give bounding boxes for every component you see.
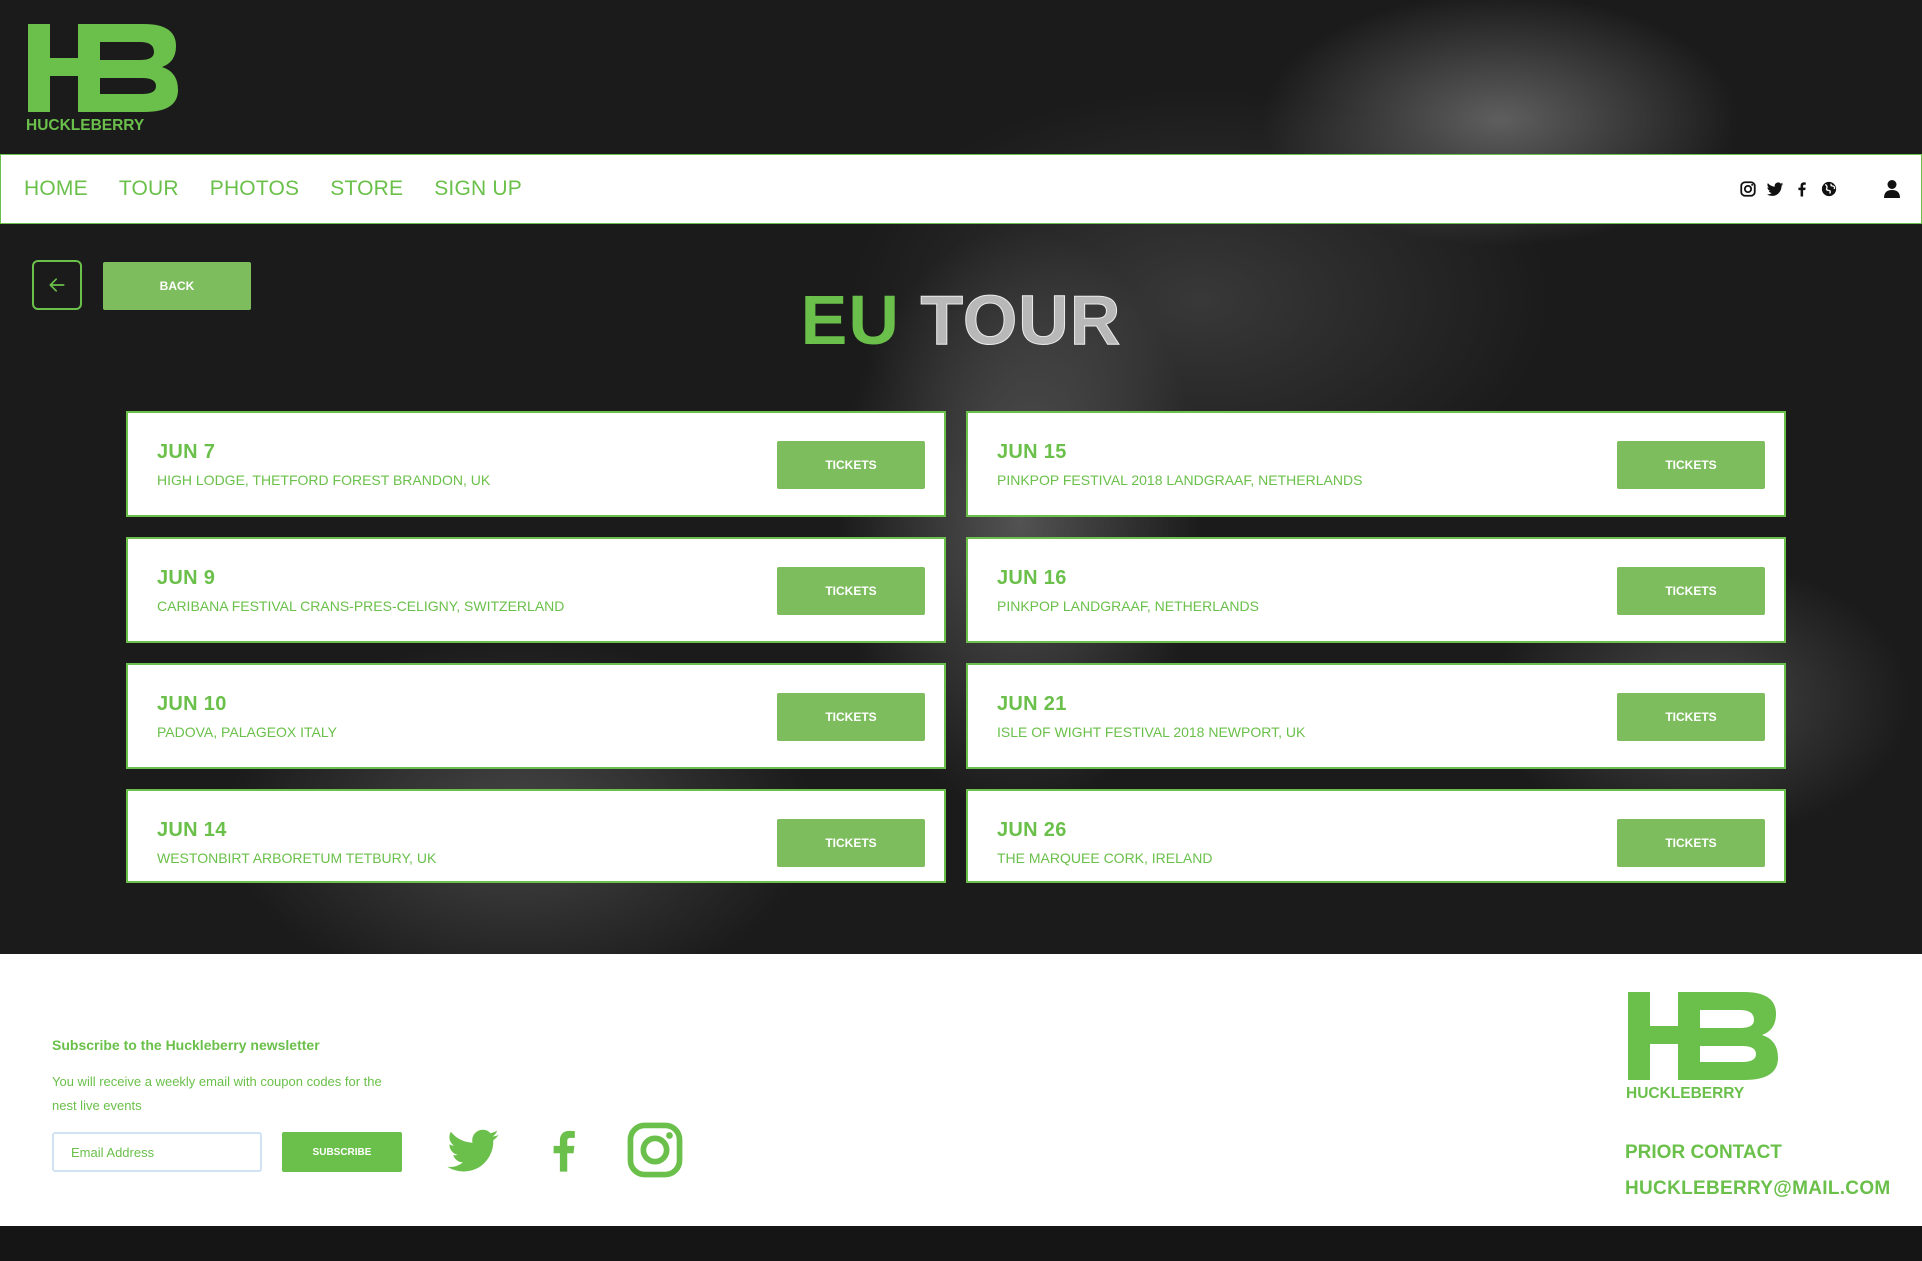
- twitter-icon[interactable]: [442, 1122, 504, 1183]
- tour-card: JUN 16 PINKPOP LANDGRAAF, NETHERLANDS TI…: [966, 537, 1786, 643]
- tour-venue: HIGH LODGE, THETFORD FOREST BRANDON, UK: [157, 472, 491, 488]
- instagram-icon[interactable]: [1739, 180, 1757, 198]
- tour-venue: PINKPOP FESTIVAL 2018 LANDGRAAF, NETHERL…: [997, 472, 1363, 488]
- tour-date: JUN 16: [997, 567, 1067, 589]
- hb-logo-mark: HUCKLEBERRY: [26, 24, 178, 134]
- footer-logo: HUCKLEBERRY: [1626, 990, 1780, 1102]
- tickets-button[interactable]: TICKETS: [1617, 441, 1765, 489]
- page-title-accent: EU: [800, 281, 900, 359]
- contact-email-link[interactable]: HUCKLEBERRY@MAIL.COM: [1625, 1178, 1891, 1200]
- tour-card: JUN 7 HIGH LODGE, THETFORD FOREST BRANDO…: [126, 411, 946, 517]
- tour-card: JUN 21 ISLE OF WIGHT FESTIVAL 2018 NEWPO…: [966, 663, 1786, 769]
- page-title-rest: TOUR: [920, 281, 1122, 360]
- tickets-button[interactable]: TICKETS: [1617, 567, 1765, 615]
- twitter-icon[interactable]: [1766, 180, 1784, 198]
- tour-date: JUN 7: [157, 441, 216, 463]
- tour-venue: PADOVA, PALAGEOX ITALY: [157, 724, 337, 740]
- facebook-icon[interactable]: [538, 1114, 590, 1191]
- tour-venue: CARIBANA FESTIVAL CRANS-PRES-CELIGNY, SW…: [157, 598, 565, 614]
- nav-sign-up[interactable]: SIGN UP: [434, 177, 522, 201]
- globe-icon[interactable]: [1820, 180, 1838, 198]
- tour-date: JUN 9: [157, 567, 216, 589]
- footer: Subscribe to the Huckleberry newsletter …: [0, 954, 1922, 1226]
- tour-date: JUN 14: [157, 819, 227, 841]
- tour-card: JUN 26 THE MARQUEE CORK, IRELAND TICKETS: [966, 789, 1786, 883]
- instagram-icon[interactable]: [624, 1119, 686, 1186]
- hb-logo-name: HUCKLEBERRY: [1626, 1085, 1745, 1102]
- bottom-bar: [0, 1226, 1922, 1261]
- tickets-button[interactable]: TICKETS: [1617, 819, 1765, 867]
- tour-card: JUN 14 WESTONBIRT ARBORETUM TETBURY, UK …: [126, 789, 946, 883]
- tickets-button[interactable]: TICKETS: [1617, 693, 1765, 741]
- nav-tour[interactable]: TOUR: [119, 177, 179, 201]
- tour-venue: PINKPOP LANDGRAAF, NETHERLANDS: [997, 598, 1259, 614]
- tour-dates-grid: JUN 7 HIGH LODGE, THETFORD FOREST BRANDO…: [126, 411, 1786, 883]
- hb-logo-name: HUCKLEBERRY: [26, 117, 145, 134]
- nav-social-icons: [1739, 155, 1838, 223]
- email-input[interactable]: [52, 1132, 262, 1172]
- user-account-icon[interactable]: [1883, 179, 1901, 199]
- tour-date: JUN 26: [997, 819, 1067, 841]
- nav-home[interactable]: HOME: [24, 177, 88, 201]
- nav-links: HOME TOUR PHOTOS STORE SIGN UP: [24, 155, 522, 223]
- hb-logo-mark: HUCKLEBERRY: [1626, 992, 1778, 1102]
- tour-card: JUN 10 PADOVA, PALAGEOX ITALY TICKETS: [126, 663, 946, 769]
- tour-venue: ISLE OF WIGHT FESTIVAL 2018 NEWPORT, UK: [997, 724, 1306, 740]
- nav-store[interactable]: STORE: [330, 177, 403, 201]
- tickets-button[interactable]: TICKETS: [777, 441, 925, 489]
- tour-date: JUN 10: [157, 693, 227, 715]
- footer-social-icons: [442, 1114, 686, 1191]
- tour-date: JUN 21: [997, 693, 1067, 715]
- tour-card: JUN 15 PINKPOP FESTIVAL 2018 LANDGRAAF, …: [966, 411, 1786, 517]
- main-navbar: HOME TOUR PHOTOS STORE SIGN UP: [0, 154, 1922, 224]
- tickets-button[interactable]: TICKETS: [777, 693, 925, 741]
- tour-venue: WESTONBIRT ARBORETUM TETBURY, UK: [157, 850, 437, 866]
- facebook-icon[interactable]: [1793, 180, 1811, 198]
- newsletter-title: Subscribe to the Huckleberry newsletter: [52, 1037, 320, 1053]
- header-logo[interactable]: HUCKLEBERRY: [26, 22, 180, 134]
- contact-label: PRIOR CONTACT: [1625, 1142, 1782, 1163]
- subscribe-button[interactable]: SUBSCRIBE: [282, 1132, 402, 1172]
- nav-photos[interactable]: PHOTOS: [210, 177, 300, 201]
- tour-card: JUN 9 CARIBANA FESTIVAL CRANS-PRES-CELIG…: [126, 537, 946, 643]
- tour-venue: THE MARQUEE CORK, IRELAND: [997, 850, 1213, 866]
- tickets-button[interactable]: TICKETS: [777, 567, 925, 615]
- tour-date: JUN 15: [997, 441, 1067, 463]
- page-title: EU TOUR: [0, 280, 1922, 360]
- tickets-button[interactable]: TICKETS: [777, 819, 925, 867]
- newsletter-description: You will receive a weekly email with cou…: [52, 1074, 382, 1113]
